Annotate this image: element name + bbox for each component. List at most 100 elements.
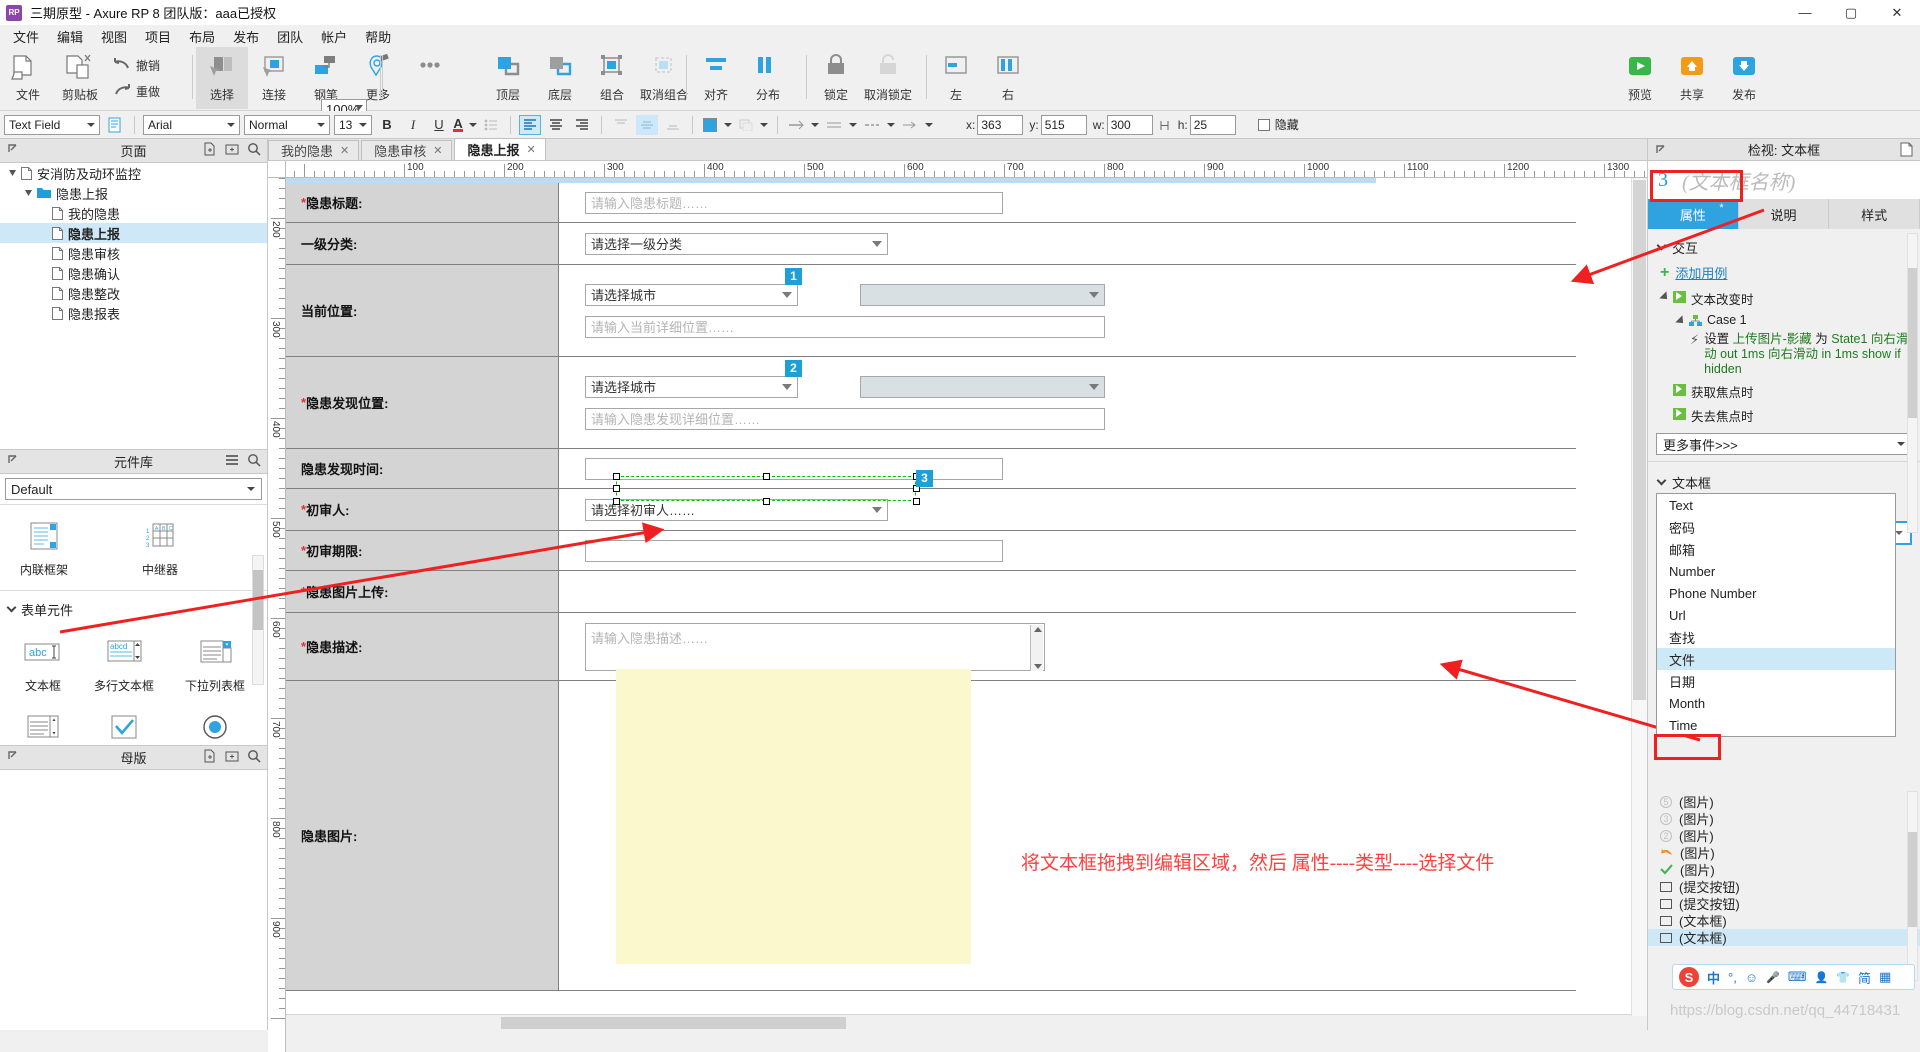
type-option-0[interactable]: Text xyxy=(1657,494,1895,516)
grid-icon[interactable]: ▦ xyxy=(1879,969,1891,985)
add-page-icon[interactable] xyxy=(203,142,217,156)
textarea-scrollbar[interactable] xyxy=(1030,625,1043,671)
menu-publish[interactable]: 发布 xyxy=(224,25,268,48)
page-note-icon[interactable] xyxy=(1900,142,1913,157)
bullet-list-button[interactable] xyxy=(480,115,502,135)
add-master-icon[interactable] xyxy=(203,749,217,763)
add-case-button[interactable]: + 添加用例 xyxy=(1648,261,1920,286)
valign-bottom-button[interactable] xyxy=(662,115,684,135)
collapse-icon[interactable] xyxy=(1654,144,1666,156)
inspector-tab-1[interactable]: 说明 xyxy=(1739,199,1830,229)
tab-1[interactable]: 隐患审核✕ xyxy=(361,140,452,160)
sidebar-item-7[interactable]: 隐患报表 xyxy=(0,303,267,323)
widget-list-item-6[interactable]: (提交按钮) xyxy=(1648,895,1920,912)
widget-list-item-8[interactable]: (文本框) xyxy=(1648,929,1920,946)
type-option-7[interactable]: 文件 xyxy=(1657,648,1895,670)
underline-button[interactable]: U xyxy=(428,115,450,135)
canvas-hscrollbar[interactable] xyxy=(286,1014,1647,1030)
bold-button[interactable]: B xyxy=(376,115,398,135)
detail-input-hazard-location[interactable]: 请输入隐患发现详细位置…… xyxy=(585,408,1105,430)
event-blur[interactable]: 失去焦点时 xyxy=(1648,403,1920,427)
widget-list-item-0[interactable]: 5(图片) xyxy=(1648,793,1920,810)
share-button[interactable]: 共享 xyxy=(1666,47,1718,109)
menu-project[interactable]: 项目 xyxy=(136,25,180,48)
sogou-logo-icon[interactable]: S xyxy=(1679,967,1699,987)
type-dropdown-list[interactable]: Text密码邮箱NumberPhone NumberUrl查找文件日期Month… xyxy=(1656,493,1896,737)
widget-inline-frame[interactable]: 内联框架 xyxy=(10,515,78,578)
hidden-checkbox[interactable] xyxy=(1258,119,1270,131)
footnote-badge-2[interactable]: 2 xyxy=(785,360,802,377)
more-events-select[interactable]: 更多事件>>> xyxy=(1656,433,1912,455)
clipboard-button[interactable]: 剪贴板 xyxy=(54,47,106,109)
widget-listbox[interactable]: 列表框 xyxy=(6,706,80,742)
menu-view[interactable]: 视图 xyxy=(92,25,136,48)
ime-mode-button[interactable]: 中 xyxy=(1707,968,1720,987)
type-option-10[interactable]: Time xyxy=(1657,714,1895,736)
connect-tool-button[interactable]: 连接 xyxy=(248,47,300,109)
simplified-toggle[interactable]: 简 xyxy=(1858,968,1871,987)
widget-list-item-4[interactable]: (图片) xyxy=(1648,861,1920,878)
sidebar-item-5[interactable]: 隐患确认 xyxy=(0,263,267,283)
align-button[interactable]: 对齐 xyxy=(690,47,742,109)
form-widgets-section[interactable]: 表单元件 xyxy=(0,595,267,621)
sidebar-item-2[interactable]: 我的隐患 xyxy=(0,203,267,223)
italic-button[interactable]: I xyxy=(402,115,424,135)
h-input[interactable]: 25 xyxy=(1190,115,1236,135)
type-option-6[interactable]: 查找 xyxy=(1657,626,1895,648)
w-input[interactable]: 300 xyxy=(1107,115,1153,135)
widget-repeater[interactable]: ABC 123 中继器 xyxy=(126,515,194,578)
tab-0[interactable]: 我的隐患✕ xyxy=(268,140,359,160)
widget-list-item-1[interactable]: 3(图片) xyxy=(1648,810,1920,827)
case-row[interactable]: Case 1 xyxy=(1648,310,1920,329)
close-icon[interactable]: ✕ xyxy=(433,144,442,157)
search-icon[interactable] xyxy=(247,142,261,156)
emoji-icon[interactable]: ☺ xyxy=(1745,970,1758,985)
send-back-button[interactable]: 底层 xyxy=(534,47,586,109)
redo-button[interactable]: 重做 xyxy=(112,78,160,104)
inspector-scroll-thumb[interactable] xyxy=(1908,268,1917,418)
widget-list-scroll-thumb[interactable] xyxy=(1908,832,1917,927)
expander-icon[interactable] xyxy=(1659,291,1670,302)
sidebar-item-3[interactable]: 隐患上报 xyxy=(0,223,267,243)
unlock-button[interactable]: 取消锁定 xyxy=(862,47,914,109)
type-option-5[interactable]: Url xyxy=(1657,604,1895,626)
undo-button[interactable]: 撤销 xyxy=(112,52,160,78)
footnote-badge-1[interactable]: 1 xyxy=(785,268,802,285)
chevron-down-icon[interactable] xyxy=(355,105,363,110)
collapse-icon[interactable] xyxy=(6,143,18,155)
type-option-3[interactable]: Number xyxy=(1657,560,1895,582)
design-stage[interactable]: *隐患标题:请输入隐患标题……一级分类:请选择一级分类当前位置:请选择城市1请输… xyxy=(286,183,1647,1030)
select-level1-category[interactable]: 请选择一级分类 xyxy=(585,233,888,255)
expander-icon[interactable] xyxy=(8,169,17,178)
skin-icon[interactable]: 👕 xyxy=(1836,971,1850,984)
widget-radio-button[interactable]: 单选按钮 xyxy=(168,706,262,742)
type-option-4[interactable]: Phone Number xyxy=(1657,582,1895,604)
select-tool-button[interactable]: 选择 xyxy=(196,47,248,109)
sidebar-item-4[interactable]: 隐患审核 xyxy=(0,243,267,263)
search-icon[interactable] xyxy=(247,749,261,763)
widget-list-scrollbar[interactable] xyxy=(1907,791,1918,981)
font-family-select[interactable]: Arial xyxy=(143,115,240,135)
input-hazard-title[interactable]: 请输入隐患标题…… xyxy=(585,192,1003,214)
align-right-button[interactable] xyxy=(571,115,593,135)
mic-icon[interactable]: 🎤 xyxy=(1766,971,1780,984)
ime-punct-button[interactable]: °, xyxy=(1728,970,1737,985)
fill-color-button[interactable] xyxy=(701,115,733,135)
resize-handle-w[interactable] xyxy=(613,485,620,492)
expander-icon[interactable] xyxy=(1675,315,1686,326)
resize-handle-sw[interactable] xyxy=(613,498,620,505)
group-button[interactable]: 组合 xyxy=(586,47,638,109)
expander-icon[interactable] xyxy=(24,189,33,198)
close-icon[interactable]: ✕ xyxy=(340,144,349,157)
line-style-button[interactable] xyxy=(786,115,820,135)
widget-type-select[interactable]: Text Field xyxy=(4,115,100,135)
collapse-icon[interactable] xyxy=(6,750,18,762)
style-editor-icon[interactable] xyxy=(104,115,126,135)
library-scrollbar[interactable] xyxy=(252,555,264,685)
sidebar-item-1[interactable]: 隐患上报 xyxy=(0,183,267,203)
resize-handle-s[interactable] xyxy=(763,498,770,505)
detail-input-current-location[interactable]: 请输入当前详细位置…… xyxy=(585,316,1105,338)
sidebar-item-0[interactable]: 安消防及动环监控 xyxy=(0,163,267,183)
align-center-button[interactable] xyxy=(545,115,567,135)
widget-checkbox[interactable]: 复选框 xyxy=(80,706,168,742)
